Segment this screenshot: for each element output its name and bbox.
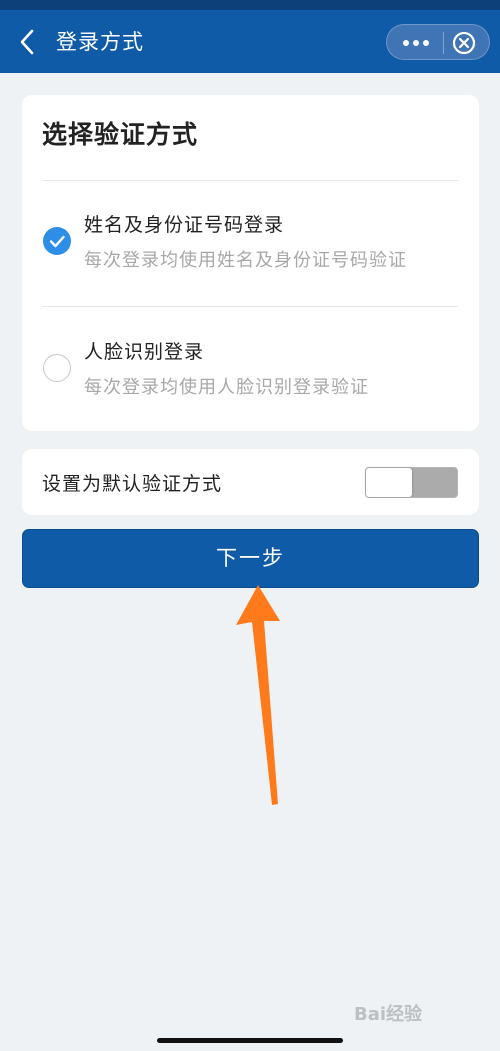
option-description: 每次登录均使用姓名及身份证号码验证 xyxy=(84,250,407,271)
option-label: 人脸识别登录 xyxy=(84,341,205,363)
more-dots-icon xyxy=(403,40,429,46)
option-id-login[interactable]: 姓名及身份证号码登录 每次登录均使用姓名及身份证号码验证 xyxy=(22,190,479,300)
option-label: 姓名及身份证号码登录 xyxy=(84,214,285,236)
back-button[interactable] xyxy=(14,26,42,58)
chevron-left-icon xyxy=(20,29,34,55)
default-setting-card: 设置为默认验证方式 xyxy=(22,449,479,515)
home-indicator xyxy=(157,1038,343,1043)
toggle-knob xyxy=(366,468,412,497)
status-bar-strip xyxy=(0,0,500,10)
top-nav-bar: 登录方式 xyxy=(0,0,500,73)
page-title: 登录方式 xyxy=(56,30,144,54)
next-step-button[interactable]: 下一步 xyxy=(22,529,479,588)
arrow-up-icon xyxy=(236,585,280,805)
option-face-login[interactable]: 人脸识别登录 每次登录均使用人脸识别登录验证 xyxy=(22,317,479,427)
default-setting-label: 设置为默认验证方式 xyxy=(42,473,223,495)
default-toggle[interactable] xyxy=(365,467,458,498)
watermark: Bai经验 xyxy=(354,1004,423,1025)
option-description: 每次登录均使用人脸识别登录验证 xyxy=(84,377,369,398)
checkmark-icon xyxy=(49,235,65,248)
close-circle-icon xyxy=(452,31,476,55)
more-button[interactable] xyxy=(387,25,443,61)
divider xyxy=(42,180,458,181)
radio-checked[interactable] xyxy=(43,227,71,255)
divider xyxy=(42,306,458,307)
mini-program-capsule xyxy=(386,24,490,60)
card-title: 选择验证方式 xyxy=(42,120,199,149)
radio-unchecked[interactable] xyxy=(43,354,71,382)
close-button[interactable] xyxy=(444,25,491,61)
verification-method-card: 选择验证方式 姓名及身份证号码登录 每次登录均使用姓名及身份证号码验证 人脸识别… xyxy=(22,95,479,431)
